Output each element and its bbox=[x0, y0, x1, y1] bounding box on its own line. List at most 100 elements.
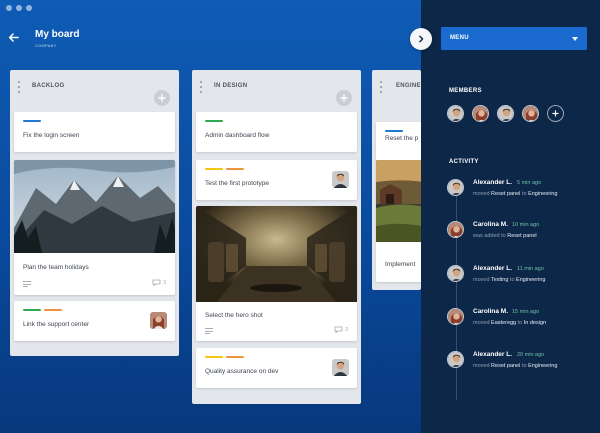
description-icon bbox=[23, 281, 31, 287]
menu-label: MENU bbox=[450, 35, 469, 41]
man-avatar bbox=[332, 171, 349, 188]
card-hero-shot[interactable]: Select the hero shot 3 bbox=[196, 206, 357, 341]
man-avatar bbox=[332, 359, 349, 376]
barn-photo bbox=[376, 160, 421, 242]
comment-count: 3 bbox=[334, 326, 348, 333]
add-member-button[interactable] bbox=[547, 105, 564, 122]
card-title: Plan the team holidays bbox=[23, 264, 89, 271]
activity-time: 5 min ago bbox=[517, 180, 542, 186]
activity-time: 20 min ago bbox=[517, 352, 545, 358]
label-blue bbox=[23, 120, 41, 122]
panel-toggle-button[interactable] bbox=[410, 28, 432, 50]
activity-time: 11 min ago bbox=[517, 266, 544, 272]
card-title: Admin dashboard flow bbox=[205, 132, 270, 139]
label-yellow bbox=[205, 168, 223, 170]
column-engineering: ENGINE Reset the p Implement bbox=[372, 70, 421, 290]
drag-handle-icon[interactable] bbox=[379, 81, 383, 93]
activity-avatar bbox=[447, 221, 464, 238]
members-list bbox=[447, 105, 564, 122]
card-link-support[interactable]: Link the support center bbox=[14, 301, 175, 341]
label-orange bbox=[226, 356, 244, 358]
card-title: Quality assurance on dev bbox=[205, 368, 279, 375]
member-avatar[interactable] bbox=[472, 105, 489, 122]
activity-item: Alexander L. 11 min ago moved Testing to… bbox=[447, 264, 597, 298]
card-title: Implement bbox=[385, 261, 416, 268]
activity-avatar bbox=[447, 265, 464, 282]
column-in-design: IN DESIGN Admin dashboard flow Test the … bbox=[192, 70, 361, 404]
drag-handle-icon[interactable] bbox=[17, 81, 21, 93]
activity-user: Alexander L. bbox=[473, 351, 513, 358]
card-labels bbox=[205, 168, 244, 170]
plus-icon bbox=[158, 94, 166, 102]
member-avatar[interactable] bbox=[447, 105, 464, 122]
member-avatar[interactable] bbox=[522, 105, 539, 122]
card-labels bbox=[385, 130, 403, 132]
activity-description: moved Testing to Engineering bbox=[473, 277, 546, 283]
add-card-button[interactable] bbox=[154, 90, 170, 106]
label-blue bbox=[385, 130, 403, 132]
label-green bbox=[23, 309, 41, 311]
activity-item: Carolina M. 10 min ago was added to Rese… bbox=[447, 220, 597, 254]
back-button[interactable] bbox=[4, 28, 22, 46]
card-reset-panel[interactable]: Reset the p bbox=[376, 122, 421, 162]
activity-item: Alexander L. 5 min ago moved Reset panel… bbox=[447, 178, 597, 212]
activity-description: moved Reset panel to Engineering bbox=[473, 363, 558, 369]
activity-item: Carolina M. 15 min ago moved Easteregg t… bbox=[447, 307, 597, 341]
activity-avatar bbox=[447, 308, 464, 325]
caret-down-icon bbox=[572, 37, 578, 41]
train-photo bbox=[196, 206, 357, 302]
plus-icon bbox=[340, 94, 348, 102]
activity-avatar bbox=[447, 179, 464, 196]
activity-heading: ACTIVITY bbox=[449, 159, 479, 165]
card-plan-holidays[interactable]: Plan the team holidays 3 bbox=[14, 160, 175, 295]
activity-description: moved Easteregg to In design bbox=[473, 320, 547, 326]
card-quality-assurance[interactable]: Quality assurance on dev bbox=[196, 348, 357, 388]
comment-icon bbox=[334, 326, 343, 333]
board-subtitle: COMPANY bbox=[35, 44, 57, 48]
card-fix-login[interactable]: Fix the login screen bbox=[14, 112, 175, 152]
card-title: Link the support center bbox=[23, 321, 90, 328]
plus-icon bbox=[552, 110, 559, 117]
activity-time: 10 min ago bbox=[512, 222, 540, 228]
members-heading: MEMBERS bbox=[449, 88, 482, 94]
label-yellow bbox=[205, 356, 223, 358]
arrow-left-icon bbox=[8, 32, 19, 42]
activity-avatar bbox=[447, 351, 464, 368]
drag-handle-icon[interactable] bbox=[199, 81, 203, 93]
window-controls bbox=[6, 5, 32, 11]
board-title: My board bbox=[35, 29, 80, 40]
label-orange bbox=[44, 309, 62, 311]
activity-item: Alexander L. 20 min ago moved Reset pane… bbox=[447, 350, 597, 384]
card-admin-dashboard[interactable]: Admin dashboard flow bbox=[196, 112, 357, 152]
menu-dropdown[interactable]: MENU bbox=[441, 27, 587, 50]
add-card-button[interactable] bbox=[336, 90, 352, 106]
column-title: BACKLOG bbox=[32, 83, 65, 89]
column-backlog: BACKLOG Fix the login screen Plan the te… bbox=[10, 70, 179, 356]
chevron-right-icon bbox=[419, 35, 424, 43]
label-green bbox=[205, 120, 223, 122]
card-labels bbox=[23, 120, 41, 122]
woman-avatar bbox=[150, 312, 167, 329]
card-title: Test the first prototype bbox=[205, 180, 269, 187]
card-title: Fix the login screen bbox=[23, 132, 80, 139]
activity-description: moved Reset panel to Engineering bbox=[473, 191, 558, 197]
description-icon bbox=[205, 328, 213, 334]
activity-user: Alexander L. bbox=[473, 179, 513, 186]
activity-user: Carolina M. bbox=[473, 221, 509, 228]
comment-icon bbox=[152, 279, 161, 286]
column-title: ENGINE bbox=[396, 83, 421, 89]
card-implement[interactable]: Implement bbox=[376, 160, 421, 282]
activity-user: Alexander L. bbox=[473, 265, 513, 272]
card-test-prototype[interactable]: Test the first prototype bbox=[196, 160, 357, 200]
activity-user: Carolina M. bbox=[473, 308, 509, 315]
card-labels bbox=[205, 120, 223, 122]
activity-description: was added to Reset panel bbox=[473, 233, 537, 239]
comment-count-value: 3 bbox=[163, 279, 166, 286]
mountains-photo bbox=[14, 160, 175, 253]
activity-time: 15 min ago bbox=[512, 309, 540, 315]
card-labels bbox=[205, 356, 244, 358]
column-header: ENGINE bbox=[372, 70, 421, 104]
column-title: IN DESIGN bbox=[214, 83, 248, 89]
member-avatar[interactable] bbox=[497, 105, 514, 122]
card-title: Select the hero shot bbox=[205, 312, 263, 319]
